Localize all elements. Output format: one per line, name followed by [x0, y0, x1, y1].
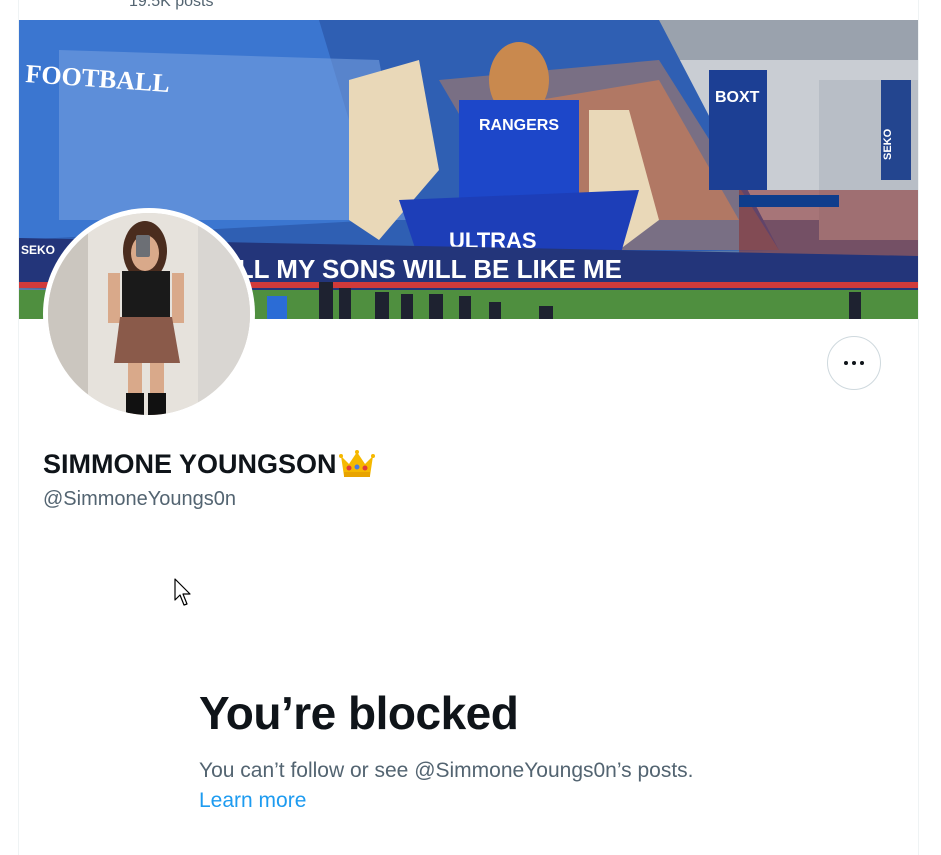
post-count: 19.5K posts [129, 0, 214, 10]
crown-emoji-icon [338, 448, 375, 480]
profile-display-name: SIMMONE YOUNGSON [43, 448, 375, 480]
profile-column: 19.5K posts RANGERS ULTRAS FOOTBALL BOXT… [18, 0, 919, 855]
learn-more-link[interactable]: Learn more [199, 789, 306, 812]
blocked-message: You can’t follow or see @SimmoneYoungs0n… [199, 756, 719, 816]
seko-side-text: SEKO [882, 128, 894, 160]
blocked-title: You’re blocked [199, 687, 519, 739]
more-horizontal-icon [842, 361, 866, 365]
avatar [48, 213, 250, 415]
slogan-text: ALL MY SONS WILL BE LIKE ME [219, 254, 622, 284]
mouse-cursor-icon [174, 578, 191, 606]
profile-avatar[interactable] [43, 208, 255, 420]
avatar-image [48, 213, 250, 415]
profile-handle: @SimmoneYoungs0n [43, 488, 237, 510]
more-options-button[interactable] [827, 336, 881, 390]
boxt-text: BOXT [715, 89, 760, 106]
blocked-message-text: You can’t follow or see @SimmoneYoungs0n… [199, 759, 694, 782]
display-name-text: SIMMONE YOUNGSON [43, 448, 337, 479]
seko-board-text: SEKO [21, 243, 55, 257]
rangers-shirt-text: RANGERS [479, 117, 559, 134]
